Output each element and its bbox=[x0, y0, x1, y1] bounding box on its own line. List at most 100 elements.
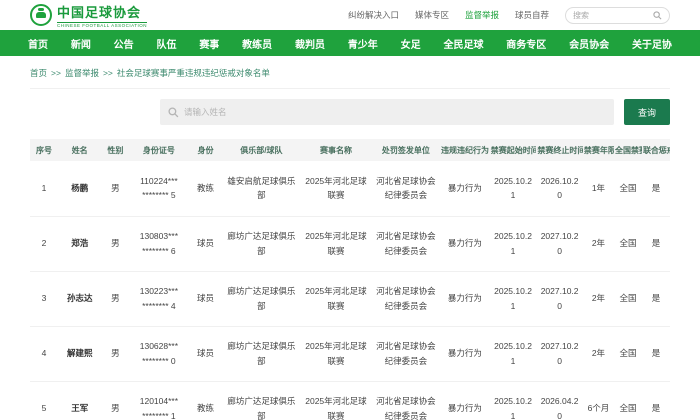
breadcrumb-supervision[interactable]: 监督举报 bbox=[65, 68, 99, 78]
column-header: 禁赛起始时间 bbox=[490, 139, 537, 161]
table-cell: 廊坊广达足球俱乐部 bbox=[223, 216, 301, 271]
site-search-input[interactable] bbox=[573, 11, 653, 20]
table-cell: 男 bbox=[101, 381, 129, 420]
table-cell: 2027.10.20 bbox=[536, 326, 583, 381]
site-search-box[interactable] bbox=[565, 7, 670, 24]
table-cell: 王军 bbox=[58, 381, 101, 420]
table-cell: 2025年河北足球联赛 bbox=[300, 271, 371, 326]
table-cell: 3 bbox=[30, 271, 58, 326]
table-cell: 1年 bbox=[583, 161, 614, 216]
table-row: 3孙志达男130223*** ******** 4球员廊坊广达足球俱乐部2025… bbox=[30, 271, 670, 326]
table-cell: 130628*** ******** 0 bbox=[129, 326, 188, 381]
table-cell: 2年 bbox=[583, 216, 614, 271]
logo-text: 中国足球协会 CHINESE FOOTBALL ASSOCIATION bbox=[57, 2, 147, 28]
table-cell: 130223*** ******** 4 bbox=[129, 271, 188, 326]
table-cell: 6个月 bbox=[583, 381, 614, 420]
top-link-player[interactable]: 球员自荐 bbox=[515, 9, 549, 21]
breadcrumb-separator: >> bbox=[103, 68, 113, 78]
top-link-media[interactable]: 媒体专区 bbox=[415, 9, 449, 21]
table-cell: 是 bbox=[642, 161, 670, 216]
table-cell: 是 bbox=[642, 326, 670, 381]
table-cell: 2026.10.20 bbox=[536, 161, 583, 216]
table-cell: 全国 bbox=[614, 216, 642, 271]
main-nav: 首页 新闻 公告 队伍 赛事 教练员 裁判员 青少年 女足 全民足球 商务专区 … bbox=[0, 30, 700, 56]
table-cell: 4 bbox=[30, 326, 58, 381]
table-cell: 男 bbox=[101, 326, 129, 381]
column-header: 禁赛终止时间 bbox=[536, 139, 583, 161]
column-header: 联合惩戒 bbox=[642, 139, 670, 161]
nav-item-referees[interactable]: 裁判员 bbox=[295, 36, 325, 51]
table-cell: 河北省足球协会纪律委员会 bbox=[372, 216, 440, 271]
table-header-row: 序号姓名性别身份证号身份俱乐部/球队赛事名称处罚签发单位违规违纪行为禁赛起始时间… bbox=[30, 139, 670, 161]
table-cell: 雄安启航足球俱乐部 bbox=[223, 161, 301, 216]
name-search-input[interactable] bbox=[184, 107, 606, 117]
top-header: 中国足球协会 CHINESE FOOTBALL ASSOCIATION 纠纷解决… bbox=[0, 0, 700, 30]
nav-item-coaches[interactable]: 教练员 bbox=[242, 36, 272, 51]
search-icon bbox=[168, 107, 179, 118]
site-logo[interactable]: 中国足球协会 CHINESE FOOTBALL ASSOCIATION bbox=[30, 2, 147, 28]
table-cell: 是 bbox=[642, 381, 670, 420]
column-header: 序号 bbox=[30, 139, 58, 161]
table-cell: 2025.10.21 bbox=[490, 326, 537, 381]
column-header: 姓名 bbox=[58, 139, 101, 161]
table-cell: 2026.04.20 bbox=[536, 381, 583, 420]
table-cell: 男 bbox=[101, 271, 129, 326]
search-icon bbox=[653, 11, 662, 20]
nav-item-teams[interactable]: 队伍 bbox=[156, 36, 176, 51]
table-cell: 2年 bbox=[583, 271, 614, 326]
nav-item-members[interactable]: 会员协会 bbox=[569, 36, 609, 51]
breadcrumb: 首页>>监督举报>>社会足球赛事严重违规违纪惩戒对象名单 bbox=[30, 56, 670, 89]
table-cell: 暴力行为 bbox=[440, 381, 490, 420]
column-header: 身份证号 bbox=[129, 139, 188, 161]
top-link-dispute[interactable]: 纠纷解决入口 bbox=[348, 9, 399, 21]
column-header: 禁赛年限 bbox=[583, 139, 614, 161]
table-cell: 暴力行为 bbox=[440, 161, 490, 216]
table-body: 1杨鹏男110224*** ******** 5教练雄安启航足球俱乐部2025年… bbox=[30, 161, 670, 420]
table-cell: 全国 bbox=[614, 161, 642, 216]
table-cell: 球员 bbox=[188, 216, 222, 271]
breadcrumb-separator: >> bbox=[51, 68, 61, 78]
nav-item-women[interactable]: 女足 bbox=[401, 36, 421, 51]
column-header: 全国禁赛 bbox=[614, 139, 642, 161]
logo-subtitle: CHINESE FOOTBALL ASSOCIATION bbox=[57, 22, 147, 28]
table-cell: 河北省足球协会纪律委员会 bbox=[372, 161, 440, 216]
table-cell: 男 bbox=[101, 216, 129, 271]
breadcrumb-home[interactable]: 首页 bbox=[30, 68, 47, 78]
name-search-box[interactable] bbox=[160, 99, 614, 125]
column-header: 俱乐部/球队 bbox=[223, 139, 301, 161]
nav-item-home[interactable]: 首页 bbox=[28, 36, 48, 51]
table-cell: 男 bbox=[101, 161, 129, 216]
table-row: 4解建熙男130628*** ******** 0球员廊坊广达足球俱乐部2025… bbox=[30, 326, 670, 381]
query-button[interactable]: 查询 bbox=[624, 99, 670, 125]
top-link-supervision[interactable]: 监督举报 bbox=[465, 9, 499, 21]
table-cell: 2027.10.20 bbox=[536, 271, 583, 326]
table-cell: 河北省足球协会纪律委员会 bbox=[372, 271, 440, 326]
column-header: 身份 bbox=[188, 139, 222, 161]
table-cell: 解建熙 bbox=[58, 326, 101, 381]
table-cell: 110224*** ******** 5 bbox=[129, 161, 188, 216]
table-cell: 暴力行为 bbox=[440, 216, 490, 271]
top-links: 纠纷解决入口 媒体专区 监督举报 球员自荐 bbox=[348, 7, 670, 24]
nav-item-news[interactable]: 新闻 bbox=[71, 36, 91, 51]
table-cell: 2025年河北足球联赛 bbox=[300, 161, 371, 216]
table-cell: 球员 bbox=[188, 271, 222, 326]
nav-item-about[interactable]: 关于足协 bbox=[632, 36, 672, 51]
nav-item-grassroots[interactable]: 全民足球 bbox=[443, 36, 483, 51]
table-cell: 廊坊广达足球俱乐部 bbox=[223, 271, 301, 326]
table-cell: 是 bbox=[642, 271, 670, 326]
table-row: 2郑浩男130803*** ******** 6球员廊坊广达足球俱乐部2025年… bbox=[30, 216, 670, 271]
table-cell: 杨鹏 bbox=[58, 161, 101, 216]
nav-item-youth[interactable]: 青少年 bbox=[348, 36, 378, 51]
nav-item-competitions[interactable]: 赛事 bbox=[199, 36, 219, 51]
nav-item-notice[interactable]: 公告 bbox=[114, 36, 134, 51]
table-cell: 2025.10.21 bbox=[490, 271, 537, 326]
table-cell: 2025年河北足球联赛 bbox=[300, 216, 371, 271]
table-cell: 2027.10.20 bbox=[536, 216, 583, 271]
table-cell: 2年 bbox=[583, 326, 614, 381]
nav-item-business[interactable]: 商务专区 bbox=[506, 36, 546, 51]
table-cell: 廊坊广达足球俱乐部 bbox=[223, 326, 301, 381]
table-cell: 130803*** ******** 6 bbox=[129, 216, 188, 271]
table-cell: 廊坊广达足球俱乐部 bbox=[223, 381, 301, 420]
table-cell: 教练 bbox=[188, 381, 222, 420]
cfa-emblem-icon bbox=[30, 4, 52, 26]
